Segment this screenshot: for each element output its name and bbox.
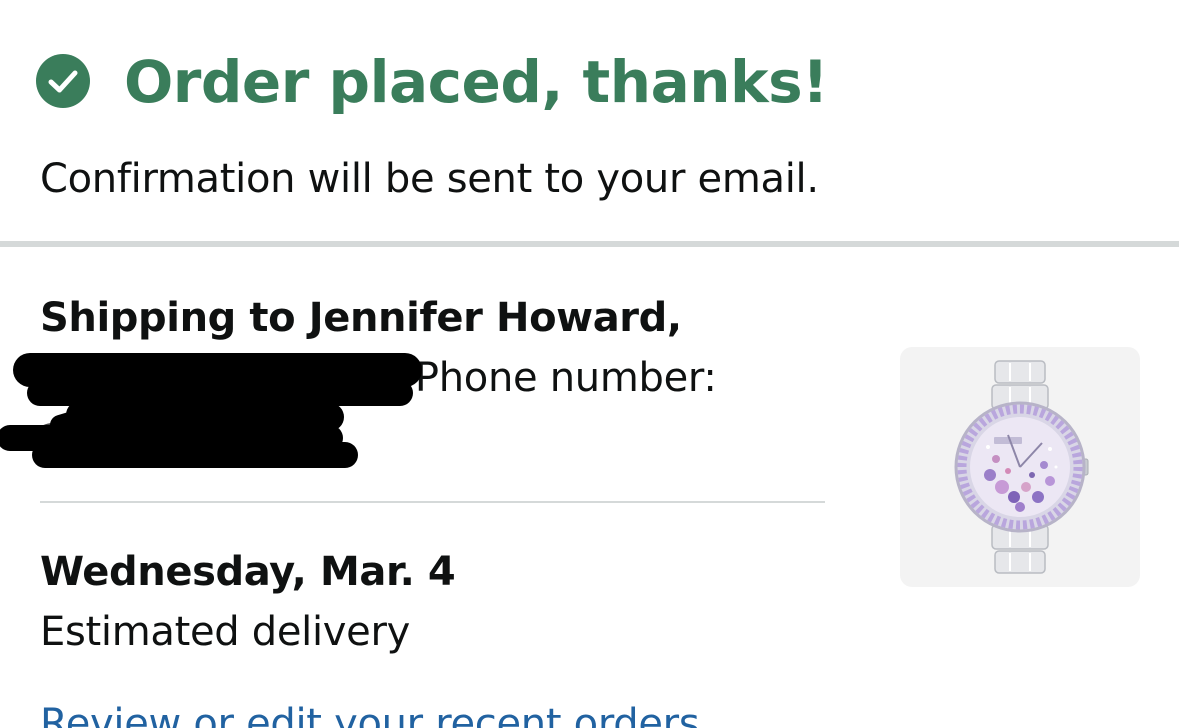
shipping-divider	[40, 501, 825, 503]
order-confirmation-page: Order placed, thanks! Confirmation will …	[0, 0, 1179, 728]
watch-icon	[954, 360, 1089, 574]
redaction-marker	[0, 353, 422, 468]
delivery-label: Estimated delivery	[40, 609, 411, 655]
product-thumbnail[interactable]	[900, 347, 1140, 587]
review-orders-link[interactable]: Review or edit your recent orders	[40, 696, 700, 728]
page-title: Order placed, thanks!	[124, 48, 829, 116]
check-circle-icon	[36, 54, 90, 108]
delivery-date: Wednesday, Mar. 4	[40, 549, 456, 595]
section-divider	[0, 241, 1179, 247]
confirmation-message: Confirmation will be sent to your email.	[40, 156, 819, 202]
shipping-heading: Shipping to Jennifer Howard,	[40, 295, 682, 341]
